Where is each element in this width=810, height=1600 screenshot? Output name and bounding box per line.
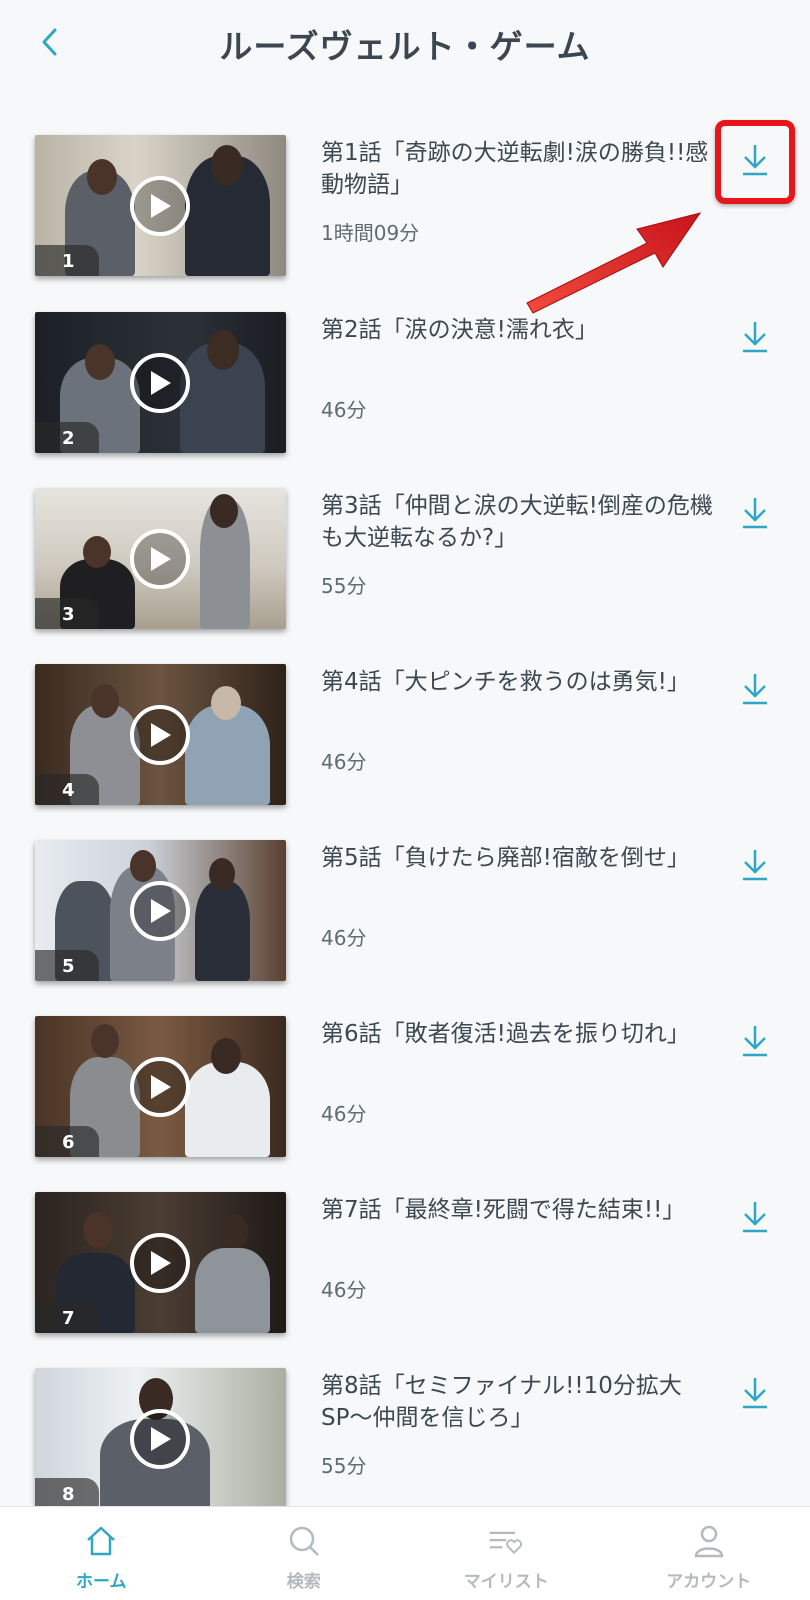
- episode-duration: 46分: [321, 926, 367, 950]
- episode-number-badge: 7: [35, 1302, 99, 1333]
- download-icon: [743, 1202, 767, 1233]
- play-icon: [151, 899, 171, 923]
- play-button[interactable]: [130, 705, 190, 765]
- episode-row[interactable]: 5 第5話「負けたら廃部!宿敵を倒せ」 46分: [0, 840, 810, 990]
- list-heart-icon: [488, 1523, 524, 1559]
- episode-row[interactable]: 6 第6話「敗者復活!過去を振り切れ」 46分: [0, 1016, 810, 1166]
- episode-thumbnail[interactable]: 3: [35, 488, 286, 629]
- tab-search[interactable]: 検索: [203, 1507, 406, 1600]
- episode-thumbnail[interactable]: 6: [35, 1016, 286, 1157]
- episode-title[interactable]: 第8話「セミファイナル!!10分拡大SP〜仲間を信じろ」: [321, 1370, 721, 1434]
- play-button[interactable]: [130, 1409, 190, 1469]
- tab-mylist[interactable]: マイリスト: [405, 1507, 608, 1600]
- play-button[interactable]: [130, 881, 190, 941]
- episode-title[interactable]: 第5話「負けたら廃部!宿敵を倒せ」: [321, 842, 721, 874]
- episode-row[interactable]: 7 第7話「最終章!死闘で得た結束!!」 46分: [0, 1192, 810, 1342]
- download-button[interactable]: [738, 1022, 772, 1060]
- download-icon: [743, 498, 767, 529]
- episode-number-badge: 8: [35, 1478, 99, 1509]
- episode-row[interactable]: 3 第3話「仲間と涙の大逆転!倒産の危機も大逆転なるか?」 55分: [0, 488, 810, 638]
- play-icon: [151, 547, 171, 571]
- episode-thumbnail[interactable]: 1: [35, 135, 286, 276]
- episode-duration: 46分: [321, 1102, 367, 1126]
- download-icon: [743, 674, 767, 705]
- tab-label: ホーム: [76, 1572, 127, 1592]
- episode-title[interactable]: 第1話「奇跡の大逆転劇!涙の勝負!!感動物語」: [321, 137, 721, 201]
- download-button[interactable]: [738, 318, 772, 356]
- bottom-tab-bar: ホーム 検索 マイリスト アカウント: [0, 1506, 810, 1600]
- episode-row[interactable]: 8 第8話「セミファイナル!!10分拡大SP〜仲間を信じろ」 55分: [0, 1368, 810, 1518]
- play-icon: [151, 1075, 171, 1099]
- download-icon: [743, 850, 767, 881]
- search-icon: [286, 1523, 322, 1559]
- episode-thumbnail[interactable]: 5: [35, 840, 286, 981]
- play-icon: [151, 723, 171, 747]
- play-icon: [151, 194, 171, 218]
- episode-row[interactable]: 4 第4話「大ピンチを救うのは勇気!」 46分: [0, 664, 810, 814]
- header: ルーズヴェルト・ゲーム: [0, 0, 810, 90]
- episode-number-badge: 5: [35, 950, 99, 981]
- play-icon: [151, 1427, 171, 1451]
- play-button[interactable]: [130, 1057, 190, 1117]
- download-icon: [743, 1378, 767, 1409]
- episode-duration: 55分: [321, 1454, 367, 1478]
- episode-row[interactable]: 2 第2話「涙の決意!濡れ衣」 46分: [0, 312, 810, 462]
- play-button[interactable]: [130, 529, 190, 589]
- episode-number-badge: 6: [35, 1126, 99, 1157]
- episode-thumbnail[interactable]: 7: [35, 1192, 286, 1333]
- episode-title[interactable]: 第7話「最終章!死闘で得た結束!!」: [321, 1194, 721, 1226]
- download-button[interactable]: [738, 670, 772, 708]
- user-icon: [691, 1523, 727, 1559]
- play-icon: [151, 371, 171, 395]
- episode-title[interactable]: 第3話「仲間と涙の大逆転!倒産の危機も大逆転なるか?」: [321, 490, 721, 554]
- episode-number-badge: 1: [35, 245, 99, 276]
- episode-duration: 46分: [321, 750, 367, 774]
- tab-label: アカウント: [666, 1572, 752, 1592]
- download-icon: [743, 1026, 767, 1057]
- highlight-box: [715, 120, 795, 204]
- episode-duration: 46分: [321, 1278, 367, 1302]
- episode-duration: 55分: [321, 574, 367, 598]
- download-button[interactable]: [738, 494, 772, 532]
- episode-title[interactable]: 第6話「敗者復活!過去を振り切れ」: [321, 1018, 721, 1050]
- episode-duration: 46分: [321, 398, 367, 422]
- annotation-arrow-icon: [526, 212, 702, 314]
- download-button[interactable]: [738, 1374, 772, 1412]
- tab-label: マイリスト: [463, 1572, 549, 1592]
- episode-thumbnail[interactable]: 4: [35, 664, 286, 805]
- home-icon: [83, 1523, 119, 1559]
- download-icon: [743, 322, 767, 353]
- episode-thumbnail[interactable]: 8: [35, 1368, 286, 1509]
- episode-number-badge: 3: [35, 598, 99, 629]
- episode-number-badge: 2: [35, 422, 99, 453]
- episode-thumbnail[interactable]: 2: [35, 312, 286, 453]
- download-button[interactable]: [738, 1198, 772, 1236]
- play-button[interactable]: [130, 353, 190, 413]
- tab-home[interactable]: ホーム: [0, 1507, 203, 1600]
- tab-label: 検索: [286, 1572, 321, 1592]
- download-button[interactable]: [738, 846, 772, 884]
- play-icon: [151, 1251, 171, 1275]
- episode-duration: 1時間09分: [321, 221, 420, 245]
- episode-title[interactable]: 第4話「大ピンチを救うのは勇気!」: [321, 666, 721, 698]
- play-button[interactable]: [130, 176, 190, 236]
- episode-number-badge: 4: [35, 774, 99, 805]
- page-title: ルーズヴェルト・ゲーム: [219, 27, 591, 66]
- tab-account[interactable]: アカウント: [608, 1507, 810, 1600]
- play-button[interactable]: [130, 1233, 190, 1293]
- episode-title[interactable]: 第2話「涙の決意!濡れ衣」: [321, 314, 721, 346]
